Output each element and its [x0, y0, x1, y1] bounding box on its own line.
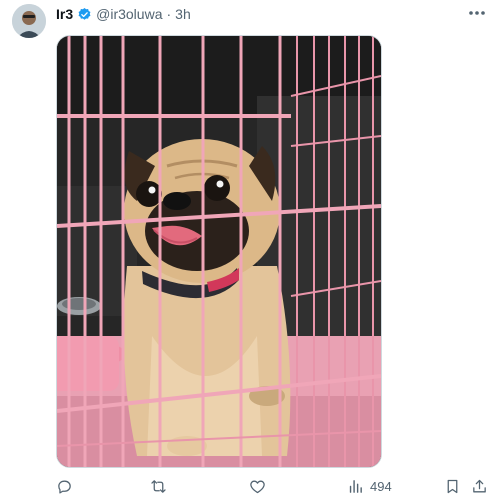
share-icon	[473, 479, 486, 492]
retweet-icon	[151, 479, 166, 493]
like-button[interactable]	[249, 474, 266, 498]
pug-in-pink-cage-image	[57, 36, 381, 467]
display-name[interactable]: Ir3	[56, 6, 73, 22]
timestamp[interactable]: 3h	[175, 6, 191, 22]
retweet-button[interactable]	[150, 474, 167, 498]
tweet-header: Ir3 @ir3oluwa · 3h	[56, 4, 191, 24]
views-button[interactable]: 494	[347, 474, 392, 498]
bookmark-icon	[447, 479, 458, 493]
like-icon	[250, 480, 265, 493]
more-icon[interactable]	[466, 4, 488, 22]
avatar[interactable]	[12, 4, 46, 38]
action-bar: 494	[0, 474, 500, 498]
separator-dot: ·	[166, 6, 172, 22]
views-count: 494	[370, 478, 392, 494]
reply-icon	[58, 480, 71, 494]
verified-badge-icon	[77, 7, 92, 22]
bookmark-button[interactable]	[444, 474, 461, 498]
views-icon	[349, 479, 362, 493]
reply-button[interactable]	[56, 474, 73, 498]
tweet-photo[interactable]	[56, 35, 382, 468]
tweet: Ir3 @ir3oluwa · 3h 494	[0, 0, 500, 503]
share-button[interactable]	[471, 474, 488, 498]
handle[interactable]: @ir3oluwa	[96, 6, 162, 22]
